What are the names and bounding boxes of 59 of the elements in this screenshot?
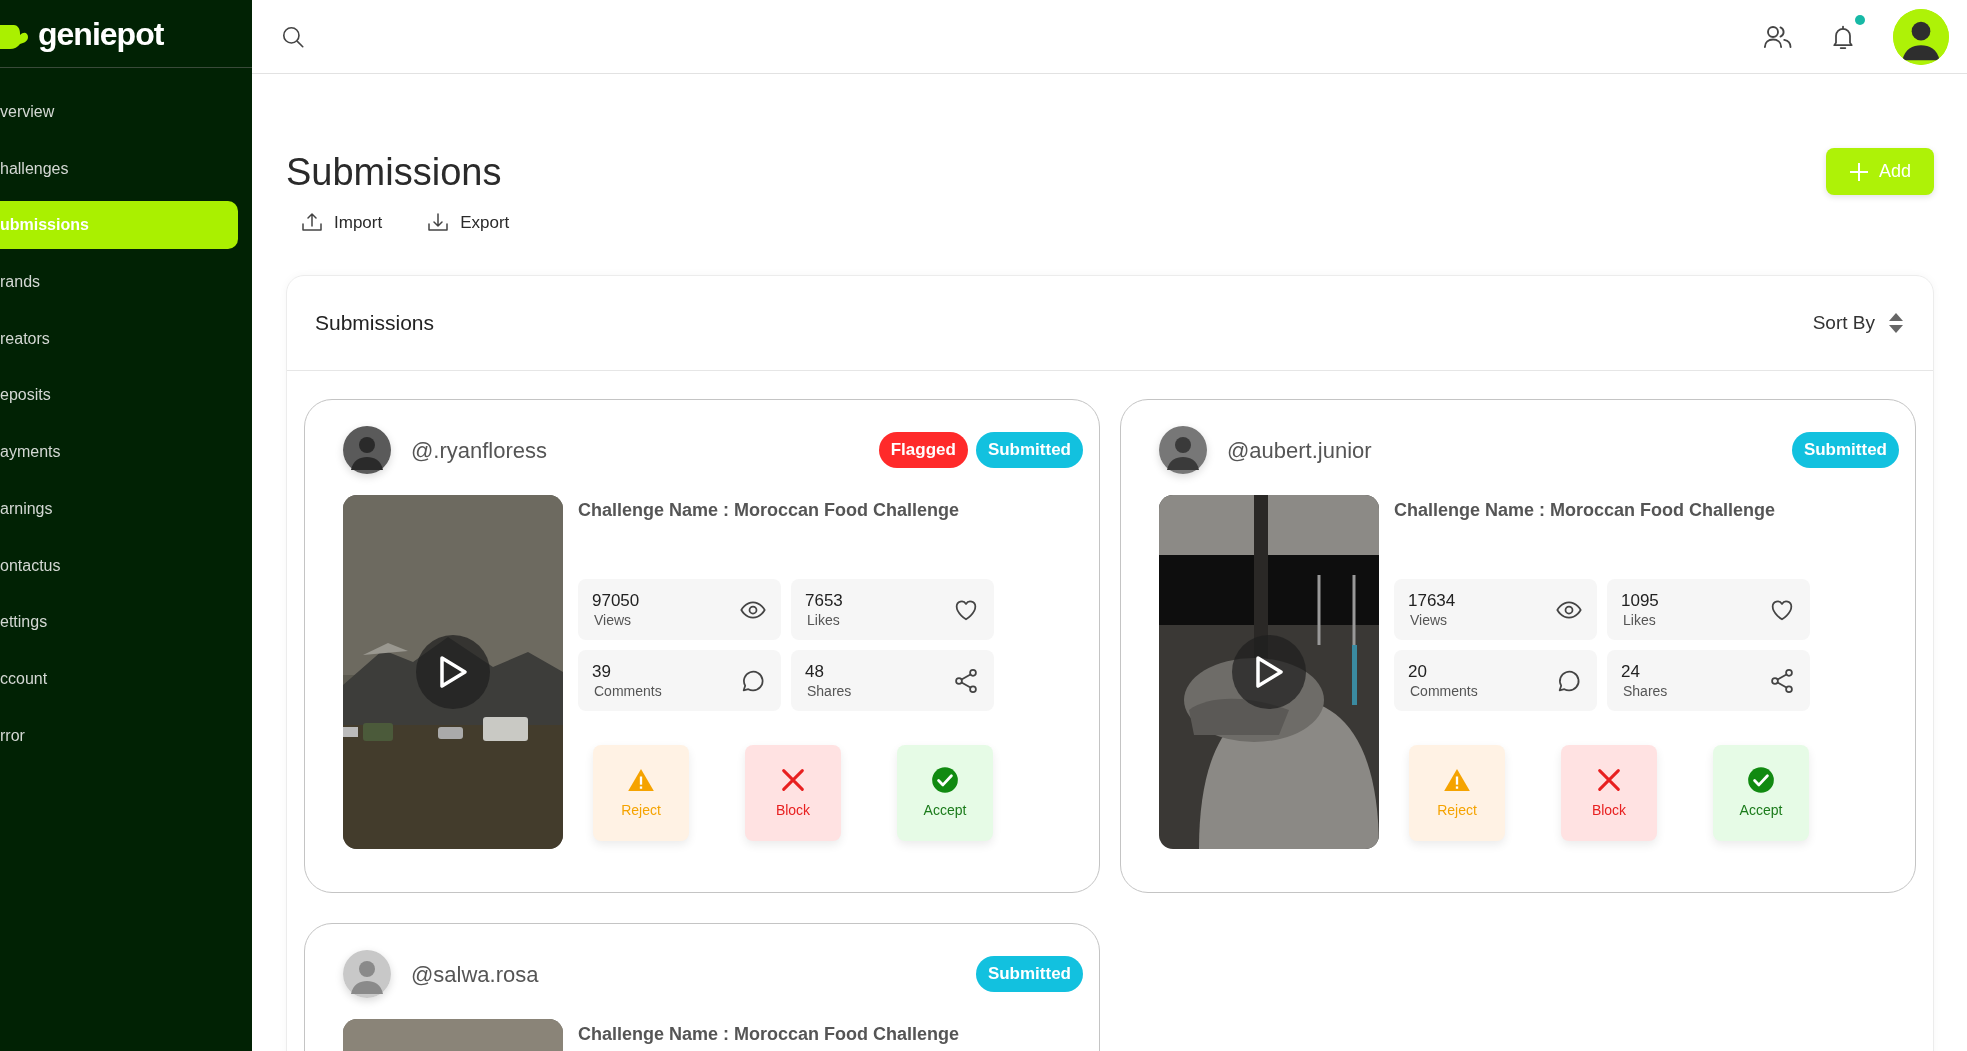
user-avatar [1159,426,1207,475]
sidebar-item[interactable]: ccount [0,654,238,703]
stat-value: 17634 [1408,590,1456,611]
block-button[interactable]: Block [745,745,841,842]
stat-label: Likes [806,610,841,629]
panel-title: Submissions [315,310,435,337]
accept-button[interactable]: Accept [897,745,993,842]
user-avatar [343,426,391,475]
stat-value: 1095 [1621,590,1659,611]
stat-value: 48 [805,661,825,682]
username: @aubert.junior [1227,436,1372,465]
sidebar-item[interactable]: eposits [0,371,238,420]
user-avatar [343,950,391,999]
stat-value: 24 [1621,661,1641,682]
username: @salwa.rosa [411,960,539,989]
stat-label: Views [593,610,633,629]
stat-label: Comments [1409,681,1478,700]
sidebar-item[interactable]: ettings [0,598,238,647]
sidebar-item[interactable]: rands [0,258,238,307]
status-badge: Submitted [1791,432,1899,469]
profile-avatar[interactable] [1893,8,1949,65]
play-icon [1254,655,1284,690]
challenge-name: Challenge Name : Moroccan Food Challenge [578,499,961,522]
stat-value: 39 [592,661,612,682]
status-badge: Flagged [878,432,968,469]
share-icon [1768,666,1796,695]
challenge-name: Challenge Name : Moroccan Food Challenge [578,1023,960,1046]
stat-label: Shares [806,681,852,700]
plus-icon [1849,161,1869,182]
sort-icon [1889,313,1903,334]
stat-value: 20 [1408,661,1428,682]
status-badge: Submitted [975,432,1083,469]
stat-label: Shares [1622,681,1668,700]
stat-value: 97050 [592,590,640,611]
sidebar-item[interactable]: rror [0,711,238,760]
sidebar-item[interactable]: hallenges [0,144,238,193]
share-icon [952,666,980,695]
check-circle-icon [931,765,959,794]
status-badge: Submitted [975,956,1083,993]
sidebar-item[interactable]: reators [0,314,238,363]
export-button[interactable]: Export [426,209,510,236]
stat-label: Likes [1622,610,1657,629]
block-button[interactable]: Block [1561,745,1657,842]
play-icon [438,655,468,690]
sidebar-item[interactable]: ayments [0,428,238,477]
page-title: Submissions [286,150,503,195]
username: @.ryanfloress [411,436,548,465]
check-circle-icon [1747,765,1775,794]
brand-name: geniepot [38,14,164,54]
stat-value: 7653 [805,590,843,611]
challenge-name: Challenge Name : Moroccan Food Challenge [1394,499,1777,522]
sidebar-item[interactable]: arnings [0,484,238,533]
accept-button[interactable]: Accept [1713,745,1809,842]
sidebar-item[interactable]: verview [0,88,238,136]
import-button[interactable]: Import [300,209,383,236]
sort-button[interactable]: Sort By [1812,308,1903,338]
stat-label: Views [1409,610,1449,629]
sidebar-item[interactable]: ontactus [0,541,238,590]
stat-label: Comments [593,681,662,700]
